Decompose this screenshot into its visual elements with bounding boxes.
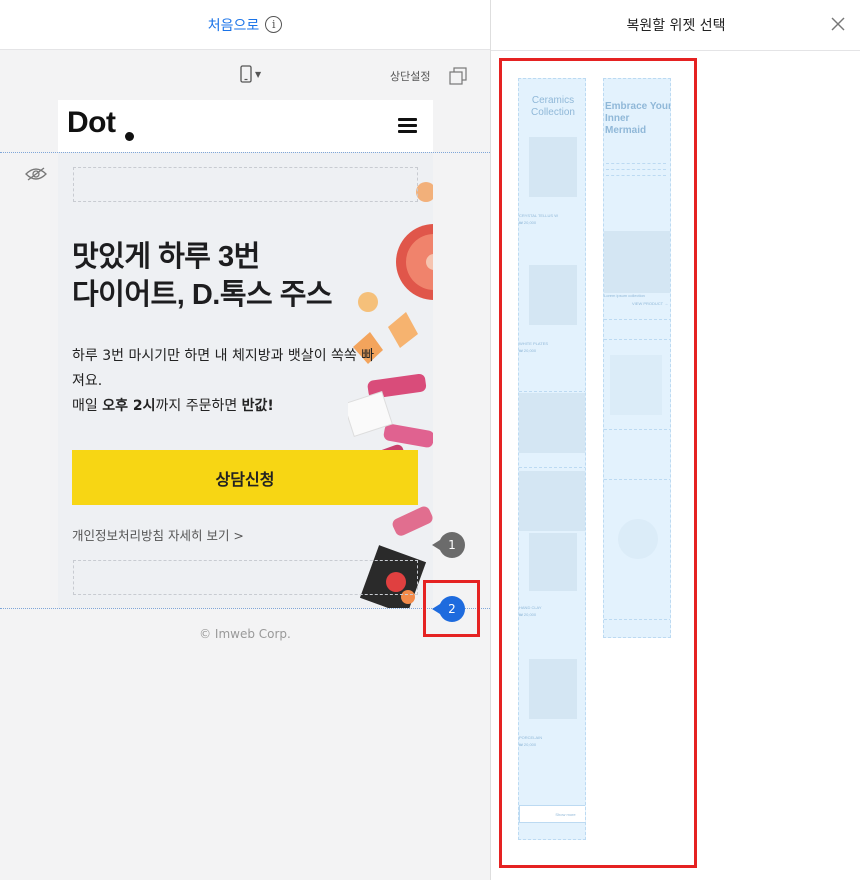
consult-button[interactable]: 상담신청: [72, 450, 418, 505]
editor-topbar: 처음으로 i: [0, 0, 490, 50]
desc-bold: 오후 2시: [102, 398, 156, 414]
restore-point-marker[interactable]: 1: [432, 532, 465, 558]
site-logo[interactable]: Dot: [67, 106, 116, 140]
panel-divider: [491, 50, 860, 51]
desc-line: 매일 오후 2시까지 주문하면 반값!: [72, 394, 417, 419]
section-guide-line: [0, 152, 490, 153]
mobile-phone-icon: [240, 65, 252, 83]
hamburger-menu-icon[interactable]: [398, 118, 417, 133]
desc-line: 하루 3번 마시기만 하면 내 체지방과 뱃살이 쏙쏙 빠: [72, 348, 375, 364]
site-footer-copyright: © Imweb Corp.: [199, 627, 291, 641]
highlight-box: [499, 58, 697, 868]
visibility-eye-icon[interactable]: [25, 167, 47, 181]
empty-widget-slot[interactable]: [73, 560, 418, 595]
panel-title: 복원할 위젯 선택: [626, 18, 726, 34]
chevron-down-icon: ▼: [255, 69, 262, 79]
device-selector[interactable]: ▼: [240, 65, 261, 83]
desc-text: 매일: [72, 398, 103, 414]
empty-widget-slot[interactable]: [73, 167, 418, 202]
hero-title[interactable]: 맛있게 하루 3번 다이어트, D.톡스 주스: [72, 238, 333, 314]
copy-icon[interactable]: [449, 67, 467, 85]
desc-line: 져요.: [72, 373, 103, 389]
desc-text: 까지 주문하면: [155, 398, 242, 414]
privacy-policy-link[interactable]: 개인정보처리방침 자세히 보기 >: [72, 525, 244, 544]
hero-title-line: 다이어트, D.톡스 주스: [72, 279, 333, 311]
logo-dot: [125, 132, 134, 141]
site-header: Dot: [58, 100, 433, 152]
mobile-preview-canvas: Dot 맛있게 하루 3번 다이어트, D.톡스 주스 하루 3번 마시기만 하…: [58, 100, 433, 608]
start-link[interactable]: 처음으로: [208, 15, 260, 35]
editor-pane: 처음으로 i ▼ 상단설정 Dot 맛있게 하루 3번 다이어트, D.톡스 주…: [0, 0, 490, 880]
highlight-box: [423, 580, 480, 637]
section-guide-line: [0, 608, 490, 609]
restore-widget-panel: 복원할 위젯 선택 Ceramics Collection CRYSTAL TE…: [490, 0, 860, 880]
hero-title-line: 맛있게 하루 3번: [72, 241, 260, 273]
close-icon[interactable]: [831, 17, 845, 31]
info-icon[interactable]: i: [265, 16, 283, 33]
sticky-header-setting[interactable]: 상단설정: [390, 68, 430, 84]
hero-description[interactable]: 하루 3번 마시기만 하면 내 체지방과 뱃살이 쏙쏙 빠 져요. 매일 오후 …: [72, 344, 417, 419]
desc-bold: 반값!: [241, 398, 274, 414]
